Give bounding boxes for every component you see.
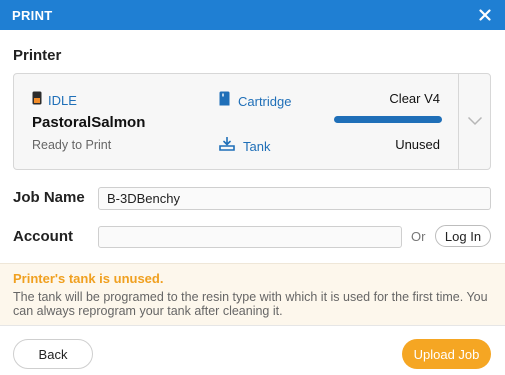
cartridge-value: Clear V4	[389, 91, 440, 106]
notice-body: The tank will be programed to the resin …	[13, 290, 488, 318]
tank-row: Tank	[219, 136, 271, 156]
chevron-down-icon	[467, 113, 483, 131]
printer-name: PastoralSalmon	[32, 114, 146, 131]
dialog-title: PRINT	[12, 7, 53, 23]
notice-title: Printer's tank is unused.	[13, 271, 164, 286]
printer-status-icon	[32, 91, 42, 110]
tank-icon	[219, 136, 235, 156]
printer-dropdown-toggle[interactable]	[458, 74, 490, 169]
account-input[interactable]	[98, 226, 402, 248]
cartridge-level-bar	[334, 116, 442, 123]
job-name-input[interactable]	[98, 187, 491, 210]
cartridge-row: Cartridge	[219, 91, 291, 111]
job-name-label: Job Name	[13, 189, 85, 206]
tank-label: Tank	[243, 139, 271, 154]
print-dialog: PRINT Printer IDLE PastoralSalmon Ready …	[0, 0, 505, 375]
printer-status: IDLE	[32, 91, 77, 110]
tank-value: Unused	[395, 137, 440, 152]
back-button[interactable]: Back	[13, 339, 93, 369]
printer-status-text: IDLE	[48, 93, 77, 108]
dialog-footer: Back Upload Job	[0, 325, 505, 375]
printer-subtitle: Ready to Print	[32, 138, 112, 152]
or-text: Or	[411, 229, 426, 244]
account-label: Account	[13, 228, 73, 245]
printer-section-label: Printer	[13, 47, 62, 64]
upload-job-button[interactable]: Upload Job	[402, 339, 491, 369]
close-icon[interactable]	[477, 7, 493, 23]
log-in-button[interactable]: Log In	[435, 225, 491, 247]
tank-unused-notice: Printer's tank is unused. The tank will …	[0, 263, 505, 325]
cartridge-label: Cartridge	[238, 93, 292, 109]
title-bar: PRINT	[0, 0, 505, 30]
cartridge-icon	[219, 91, 230, 111]
printer-card[interactable]: IDLE PastoralSalmon Ready to Print Cartr…	[13, 73, 491, 170]
